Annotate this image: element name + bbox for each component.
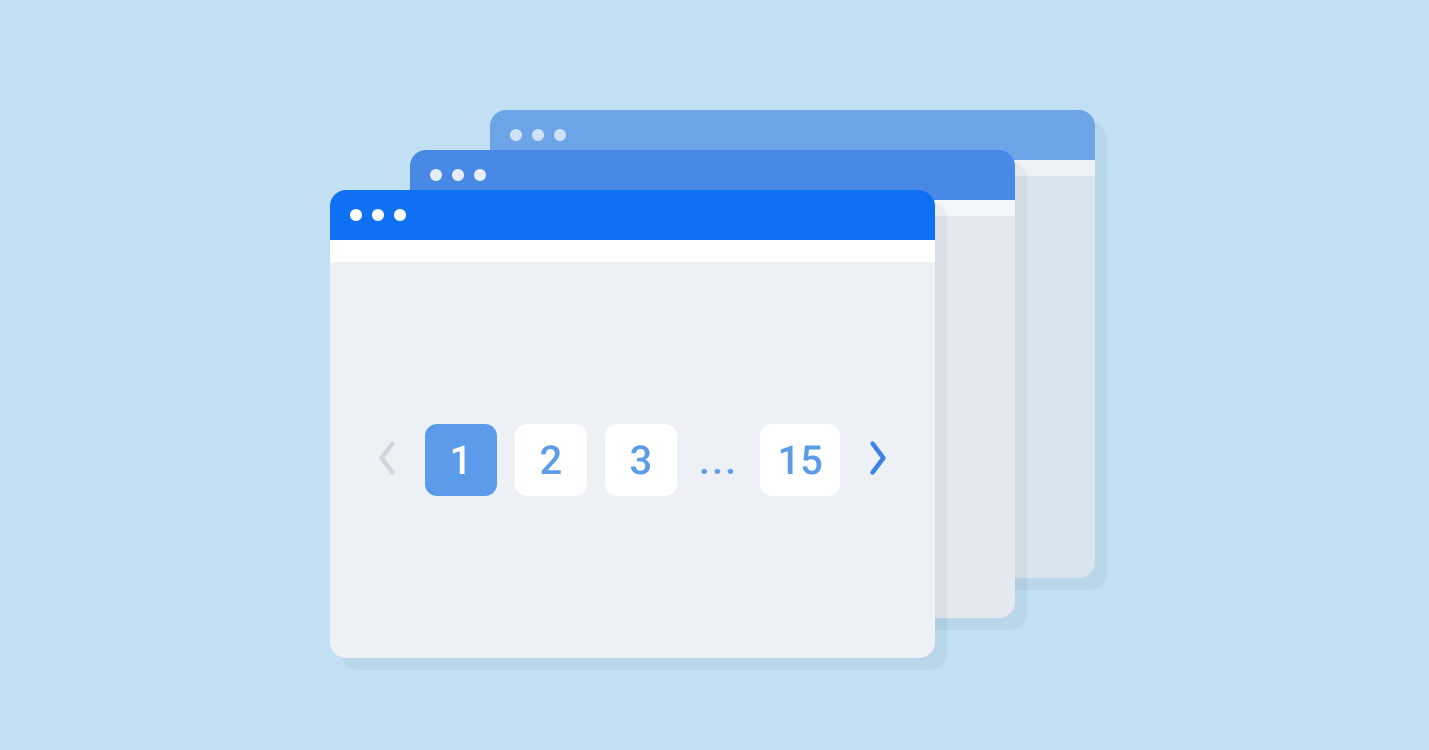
browser-window-front: 1 2 3 ... 15 (330, 190, 935, 658)
window-control-dot (394, 209, 406, 221)
window-control-dot (510, 129, 522, 141)
window-control-dot (350, 209, 362, 221)
pagination-page-3[interactable]: 3 (605, 424, 677, 496)
window-control-dot (474, 169, 486, 181)
toolbar (330, 240, 935, 262)
chevron-right-icon (867, 440, 889, 480)
pagination-next-button[interactable] (858, 440, 898, 480)
chevron-left-icon (376, 440, 398, 480)
window-control-dot (372, 209, 384, 221)
pagination-ellipsis: ... (695, 437, 742, 484)
window-control-dot (430, 169, 442, 181)
pagination-page-1[interactable]: 1 (425, 424, 497, 496)
window-control-dot (554, 129, 566, 141)
pagination-page-2[interactable]: 2 (515, 424, 587, 496)
window-body: 1 2 3 ... 15 (330, 262, 935, 658)
pagination: 1 2 3 ... 15 (367, 424, 898, 496)
pagination-page-last[interactable]: 15 (760, 424, 840, 496)
pagination-prev-button[interactable] (367, 440, 407, 480)
titlebar (330, 190, 935, 240)
window-control-dot (452, 169, 464, 181)
window-control-dot (532, 129, 544, 141)
